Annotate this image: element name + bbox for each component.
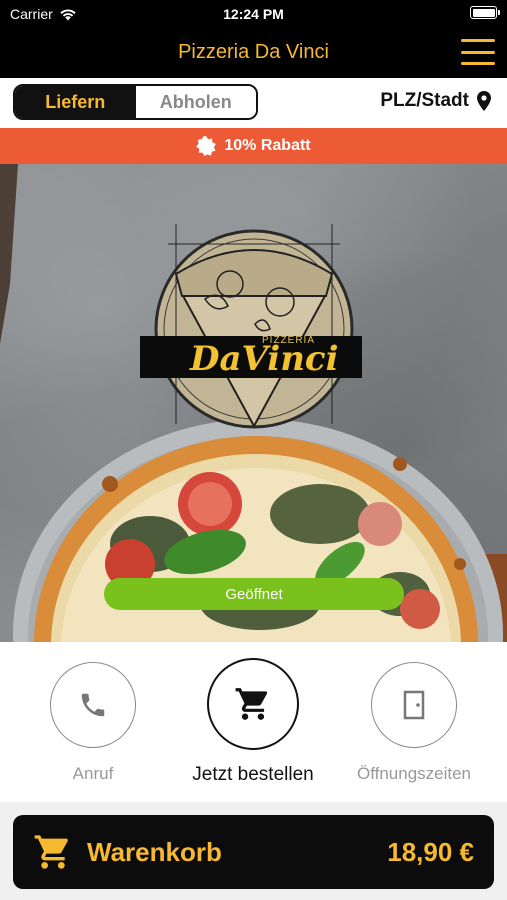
- deliver-tab[interactable]: Liefern: [15, 86, 136, 118]
- nav-bar: Pizzeria Da Vinci: [0, 28, 507, 78]
- pickup-tab[interactable]: Abholen: [135, 86, 256, 118]
- location-selector[interactable]: PLZ/Stadt: [380, 90, 491, 112]
- action-bar: Anruf Jetzt bestellen Öffnungszeiten: [0, 642, 507, 802]
- cart-icon: [235, 688, 268, 720]
- hamburger-menu-icon[interactable]: [461, 39, 495, 65]
- cart-total: 18,90 €: [387, 837, 474, 867]
- cart-zone: Warenkorb 18,90 €: [0, 802, 507, 900]
- discount-label: 10% Rabatt: [224, 137, 311, 154]
- status-time: 12:24 PM: [223, 6, 284, 22]
- order-now-label: Jetzt bestellen: [192, 764, 314, 785]
- order-mode-segment: Liefern Abholen: [13, 84, 258, 120]
- cart-button[interactable]: Warenkorb 18,90 €: [13, 815, 494, 889]
- call-label: Anruf: [72, 764, 114, 783]
- battery-icon: [470, 6, 500, 19]
- location-label: PLZ/Stadt: [380, 90, 469, 111]
- opening-hours-button[interactable]: [371, 662, 457, 748]
- hours-action[interactable]: Öffnungszeiten: [339, 662, 489, 784]
- logo-text: DaVinci: [190, 339, 339, 379]
- location-pin-icon: [477, 91, 491, 111]
- opening-hours-label: Öffnungszeiten: [356, 764, 472, 783]
- order-now-button[interactable]: [207, 658, 299, 750]
- badge-icon: [196, 136, 217, 156]
- door-icon: [403, 690, 425, 720]
- call-action[interactable]: Anruf: [18, 662, 168, 784]
- discount-banner[interactable]: 10% Rabatt: [0, 128, 507, 164]
- status-bar: Carrier 12:24 PM: [0, 0, 507, 28]
- open-status-badge: Geöffnet: [104, 578, 404, 610]
- shopping-cart-icon: [34, 835, 68, 869]
- hero-banner: PIZZERIA DaVinci Geöffnet: [0, 164, 507, 642]
- cart-label: Warenkorb: [87, 836, 222, 867]
- phone-icon: [81, 693, 105, 717]
- order-mode-bar: Liefern Abholen PLZ/Stadt: [0, 78, 507, 128]
- order-action[interactable]: Jetzt bestellen: [178, 658, 328, 786]
- call-button[interactable]: [50, 662, 136, 748]
- pizza-hero-image: [0, 164, 507, 642]
- page-title: Pizzeria Da Vinci: [178, 41, 329, 63]
